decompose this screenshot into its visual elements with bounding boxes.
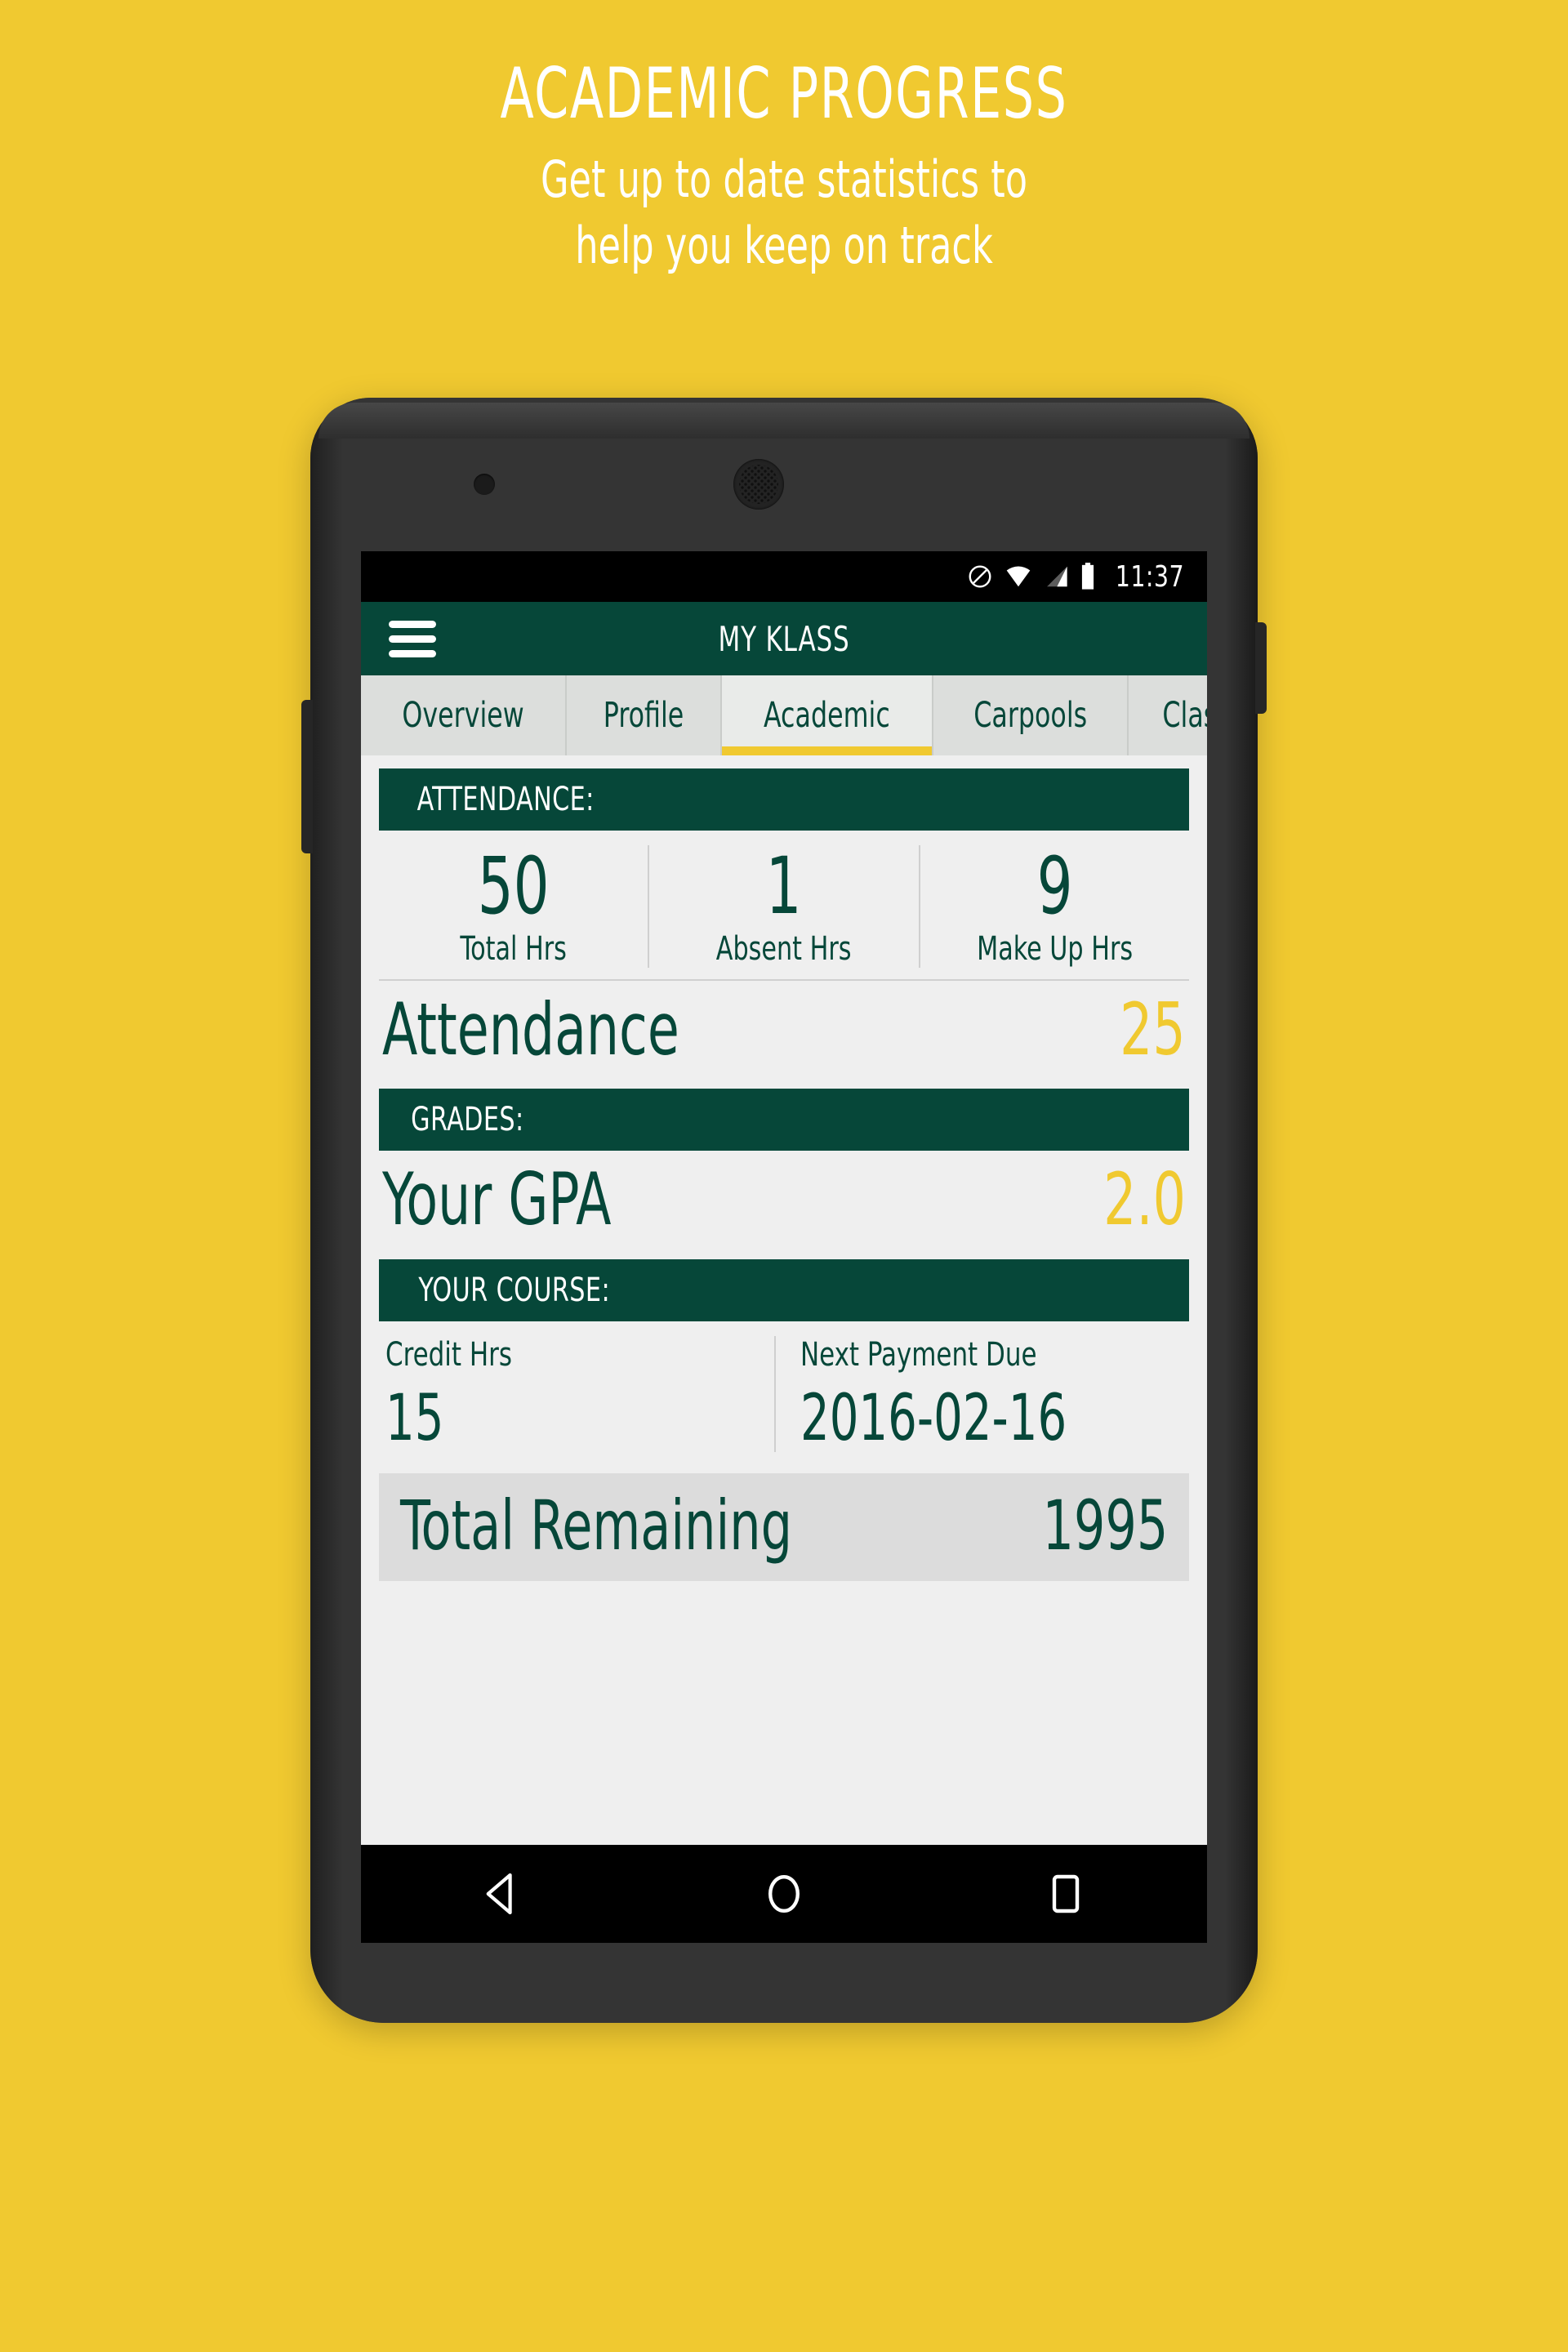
tab-overview[interactable]: Overview — [361, 675, 568, 755]
next-payment-value: 2016-02-16 — [800, 1381, 1067, 1455]
phone-mockup: 11:37 MY KLASS Overview Profile Academic… — [301, 398, 1267, 2023]
phone-top-bezel-highlight — [318, 403, 1250, 439]
tab-classes-label: Clas — [1162, 695, 1207, 736]
course-section-header: YOUR COURSE: — [379, 1258, 1189, 1321]
attendance-summary-label: Attendance — [382, 987, 679, 1071]
hamburger-menu-icon[interactable] — [389, 620, 436, 657]
attendance-section-title: ATTENDANCE: — [416, 781, 595, 818]
credit-hrs-value: 15 — [385, 1381, 444, 1455]
app-bar: MY KLASS — [361, 602, 1207, 675]
hamburger-line-3 — [389, 649, 436, 657]
tab-academic-label: Academic — [764, 695, 891, 736]
earpiece-speaker-icon — [733, 459, 784, 510]
cellular-signal-icon — [1044, 564, 1068, 589]
grades-section-header: GRADES: — [379, 1089, 1189, 1152]
stat-absent-hrs: 1 Absent Hrs — [648, 840, 918, 968]
power-button[interactable] — [1255, 622, 1267, 714]
total-remaining-label: Total Remaining — [400, 1486, 792, 1566]
course-section-title: YOUR COURSE: — [418, 1271, 611, 1309]
hamburger-line-1 — [389, 620, 436, 628]
stat-makeup-hrs-value: 9 — [1036, 840, 1073, 932]
attendance-summary-row: Attendance 25 — [379, 981, 1189, 1076]
total-remaining-row: Total Remaining 1995 — [379, 1473, 1189, 1582]
battery-icon — [1080, 563, 1096, 590]
gpa-row: Your GPA 2.0 — [379, 1151, 1189, 1245]
total-remaining-value: 1995 — [1042, 1486, 1168, 1566]
wifi-icon — [1004, 564, 1032, 589]
back-triangle-icon[interactable] — [453, 1845, 551, 1943]
recents-square-icon[interactable] — [1017, 1845, 1115, 1943]
tab-classes[interactable]: Clas — [1129, 675, 1207, 755]
app-bar-title: MY KLASS — [718, 618, 850, 659]
credit-hrs-cell: Credit Hrs 15 — [379, 1336, 774, 1453]
next-payment-cell: Next Payment Due 2016-02-16 — [774, 1335, 1189, 1455]
promo-subtitle: Get up to date statistics to help you ke… — [157, 147, 1411, 278]
attendance-section-header: ATTENDANCE: — [379, 768, 1189, 831]
academic-content: ATTENDANCE: 50 Total Hrs 1 Absent Hrs 9 … — [361, 755, 1207, 1845]
credit-hrs-label: Credit Hrs — [385, 1335, 512, 1374]
grades-section-title: GRADES: — [411, 1101, 524, 1139]
promo-subtitle-line-1: Get up to date statistics to — [540, 149, 1028, 209]
speaker-grille — [739, 465, 778, 504]
home-circle-icon[interactable] — [735, 1845, 833, 1943]
tab-bar[interactable]: Overview Profile Academic Carpools Clas — [361, 675, 1207, 755]
stat-makeup-hrs: 9 Make Up Hrs — [918, 840, 1189, 968]
tab-carpools[interactable]: Carpools — [933, 675, 1129, 755]
stat-absent-hrs-label: Absent Hrs — [716, 929, 852, 968]
phone-screen: 11:37 MY KLASS Overview Profile Academic… — [361, 551, 1207, 1845]
tab-carpools-label: Carpools — [973, 695, 1088, 736]
stat-total-hrs-label: Total Hrs — [460, 929, 567, 968]
gpa-label: Your GPA — [382, 1157, 612, 1242]
tab-profile-label: Profile — [603, 695, 684, 736]
course-details-row: Credit Hrs 15 Next Payment Due 2016-02-1… — [379, 1321, 1189, 1453]
next-payment-label: Next Payment Due — [800, 1335, 1037, 1374]
do-not-disturb-icon — [967, 564, 993, 590]
attendance-summary-value: 25 — [1120, 987, 1186, 1071]
status-bar-clock: 11:37 — [1115, 559, 1185, 594]
front-camera-icon — [474, 474, 495, 495]
volume-button[interactable] — [301, 700, 313, 853]
hamburger-line-2 — [389, 635, 436, 643]
stat-total-hrs-value: 50 — [477, 840, 550, 932]
stat-makeup-hrs-label: Make Up Hrs — [976, 929, 1133, 968]
android-navigation-bar[interactable] — [361, 1845, 1207, 1943]
status-bar: 11:37 — [361, 551, 1207, 602]
promo-subtitle-line-2: help you keep on track — [575, 215, 993, 275]
stat-total-hrs: 50 Total Hrs — [379, 840, 648, 968]
promo-header: ACADEMIC PROGRESS Get up to date statist… — [0, 0, 1568, 278]
attendance-stats-row: 50 Total Hrs 1 Absent Hrs 9 Make Up Hrs — [379, 831, 1189, 981]
tab-profile[interactable]: Profile — [567, 675, 723, 755]
tab-academic[interactable]: Academic — [722, 675, 934, 755]
stat-absent-hrs-value: 1 — [766, 840, 802, 932]
page-title: ACADEMIC PROGRESS — [500, 53, 1068, 135]
gpa-value: 2.0 — [1103, 1157, 1186, 1242]
tab-overview-label: Overview — [402, 695, 524, 736]
